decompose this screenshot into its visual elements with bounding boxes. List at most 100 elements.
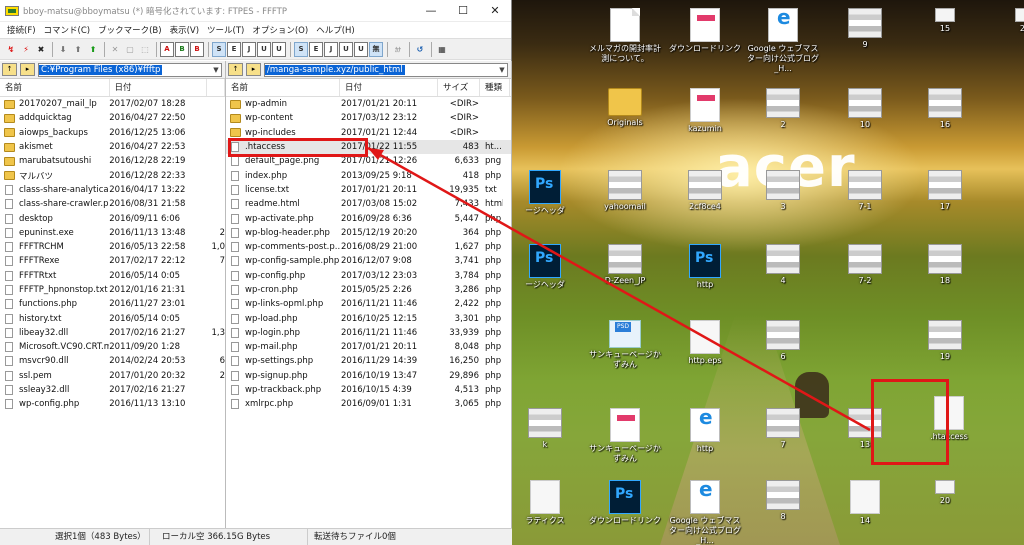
menu-view[interactable]: 表示(V) xyxy=(166,24,203,36)
local-file-row[interactable]: マルバツ 2016/12/28 22:33 xyxy=(0,168,225,182)
desktop-icon[interactable]: ダウンロードリンク xyxy=(668,8,742,54)
upload-icon[interactable]: ⬆ xyxy=(71,42,85,57)
local-file-row[interactable]: wp-config.php 2016/11/13 13:10 xyxy=(0,397,225,411)
desktop-icon[interactable]: 2 xyxy=(746,88,820,130)
local-up-folder-icon[interactable]: ↑ xyxy=(2,63,17,76)
remote-file-row[interactable]: index.php 2013/09/25 9:18 418 php xyxy=(226,168,511,182)
local-utf8-icon[interactable]: U xyxy=(339,41,353,57)
desktop-icon[interactable]: サンキューページかずみん xyxy=(588,320,662,370)
local-utf8bom-icon[interactable]: U xyxy=(354,41,368,57)
desktop-icon[interactable]: http xyxy=(668,408,742,454)
desktop-icon[interactable]: k xyxy=(508,408,582,450)
menu-help[interactable]: ヘルプ(H) xyxy=(312,24,359,36)
connect-icon[interactable]: ↯ xyxy=(4,42,18,57)
desktop-icon[interactable]: Originals xyxy=(588,88,662,128)
menu-command[interactable]: コマンド(C) xyxy=(40,24,95,36)
local-col-size[interactable] xyxy=(207,79,225,96)
remote-file-row[interactable]: wp-settings.php 2016/11/29 14:39 16,250 php xyxy=(226,354,511,368)
remote-col-date[interactable]: 日付 xyxy=(340,79,438,96)
local-file-row[interactable]: FFFTRCHM 2016/05/13 22:58 1,0 xyxy=(0,240,225,254)
local-file-row[interactable]: epuninst.exe 2016/11/13 13:48 2 xyxy=(0,226,225,240)
local-file-row[interactable]: class-share-analytical... 2016/04/17 13:2… xyxy=(0,183,225,197)
local-file-row[interactable]: akismet 2016/04/27 22:53 xyxy=(0,140,225,154)
desktop-icon[interactable]: 7 xyxy=(746,408,820,450)
remote-col-name[interactable]: 名前 xyxy=(226,79,340,96)
remote-path-input[interactable]: /manga-sample.xyz/public_html ▼ xyxy=(264,62,508,77)
desktop-icon[interactable]: http xyxy=(668,244,742,290)
remote-file-row[interactable]: wp-mail.php 2017/01/21 20:11 8,048 php xyxy=(226,340,511,354)
minimize-button[interactable]: — xyxy=(415,0,447,22)
desktop-icon[interactable]: 7-1 xyxy=(828,170,902,212)
local-file-row[interactable]: msvcr90.dll 2014/02/24 20:53 6 xyxy=(0,354,225,368)
host-sjis-icon[interactable]: S xyxy=(212,41,226,57)
host-utf8bom-icon[interactable]: U xyxy=(272,41,286,57)
local-file-row[interactable]: desktop 2016/09/11 6:06 xyxy=(0,211,225,225)
local-file-row[interactable]: ssl.pem 2017/01/20 20:32 2 xyxy=(0,369,225,383)
disconnect-icon[interactable]: ✖ xyxy=(34,42,48,57)
close-button[interactable]: ✕ xyxy=(479,0,511,22)
desktop-icon[interactable]: サンキューページかずみん xyxy=(588,408,662,464)
desktop-icon[interactable]: 16 xyxy=(908,88,982,130)
remote-file-row[interactable]: wp-activate.php 2016/09/28 6:36 5,447 php xyxy=(226,211,511,225)
refresh-icon[interactable]: ↺ xyxy=(413,42,427,57)
local-file-row[interactable]: FFFTRtxt 2016/05/14 0:05 xyxy=(0,269,225,283)
desktop-icon[interactable]: 3 xyxy=(746,170,820,212)
local-col-name[interactable]: 名前 xyxy=(0,79,110,96)
desktop-icon[interactable]: 17 xyxy=(908,170,982,212)
chevron-down-icon[interactable]: ▼ xyxy=(211,66,221,74)
remote-file-row[interactable]: wp-config-sample.php 2016/12/07 9:08 3,741… xyxy=(226,254,511,268)
binary-mode-icon[interactable]: B xyxy=(175,41,189,57)
local-file-row[interactable]: FFFTRexe 2017/02/17 22:12 7 xyxy=(0,254,225,268)
quick-connect-icon[interactable]: ⚡ xyxy=(19,42,33,57)
host-euc-icon[interactable]: E xyxy=(227,41,241,57)
desktop-icon[interactable]: 8 xyxy=(746,480,820,522)
local-file-row[interactable]: marubatsutoushi 2016/12/28 22:19 xyxy=(0,154,225,168)
local-euc-icon[interactable]: E xyxy=(309,41,323,57)
desktop-icon[interactable]: yahoomail xyxy=(588,170,662,212)
local-file-row[interactable]: ssleay32.dll 2017/02/16 21:27 xyxy=(0,383,225,397)
desktop-icon[interactable]: http.eps xyxy=(668,320,742,366)
download-icon[interactable]: ⬇ xyxy=(56,42,70,57)
local-file-row[interactable]: libeay32.dll 2017/02/16 21:27 1,3 xyxy=(0,326,225,340)
desktop-icon[interactable]: Google ウェブマスター向け公式ブログ_H... xyxy=(746,8,820,74)
desktop-icon[interactable]: 10 xyxy=(828,88,902,130)
remote-file-row[interactable]: wp-admin 2017/01/21 20:11 <DIR> xyxy=(226,97,511,111)
kana-convert-icon[interactable]: ｶﾅ xyxy=(391,42,405,57)
host-jis-icon[interactable]: J xyxy=(242,41,256,57)
remote-file-row[interactable]: wp-signup.php 2016/10/19 13:47 29,896 php xyxy=(226,369,511,383)
desktop-icon[interactable]: 4 xyxy=(746,244,820,286)
remote-file-row[interactable]: wp-cron.php 2015/05/25 2:26 3,286 php xyxy=(226,283,511,297)
remote-file-row[interactable]: wp-login.php 2016/11/21 11:46 33,939 php xyxy=(226,326,511,340)
ascii-mode-icon[interactable]: A xyxy=(160,41,174,57)
mkdir-icon[interactable]: ⬚ xyxy=(138,42,152,57)
menu-connect[interactable]: 接続(F) xyxy=(3,24,40,36)
local-file-row[interactable]: Microsoft.VC90.CRT.m...2011/09/20 1:28 xyxy=(0,340,225,354)
menu-tools[interactable]: ツール(T) xyxy=(203,24,248,36)
remote-col-size[interactable]: サイズ xyxy=(438,79,480,96)
local-file-row[interactable]: 20170207_mail_lp 2017/02/07 18:28 xyxy=(0,97,225,111)
remote-up-folder-icon[interactable]: ↑ xyxy=(228,63,243,76)
host-utf8-icon[interactable]: U xyxy=(257,41,271,57)
remote-file-row[interactable]: wp-comments-post.p... 2016/08/29 21:00 1,6… xyxy=(226,240,511,254)
desktop-icon[interactable]: 6 xyxy=(746,320,820,362)
remote-file-row[interactable]: wp-config.php 2017/03/12 23:03 3,784 php xyxy=(226,269,511,283)
local-jis-icon[interactable]: J xyxy=(324,41,338,57)
desktop-icon[interactable]: Google ウェブマスター向け公式ブログ_H... xyxy=(668,480,742,545)
desktop-icon[interactable]: 9 xyxy=(828,8,902,50)
remote-file-row[interactable]: readme.html 2017/03/08 15:02 7,433 html xyxy=(226,197,511,211)
desktop-icon[interactable]: 20 xyxy=(908,480,982,506)
no-convert-icon[interactable]: 無 xyxy=(369,41,383,57)
maximize-button[interactable]: ☐ xyxy=(447,0,479,22)
desktop-icon[interactable]: ラティクス xyxy=(508,480,582,526)
local-file-row[interactable]: FFFTP_hpnonstop.txt 2012/01/16 21:31 xyxy=(0,283,225,297)
desktop-icon[interactable]: 18 xyxy=(908,244,982,286)
remote-file-row[interactable]: xmlrpc.php 2016/09/01 1:31 3,065 php xyxy=(226,397,511,411)
desktop-icon[interactable]: 7-2 xyxy=(828,244,902,286)
local-file-row[interactable]: functions.php 2016/11/27 23:01 xyxy=(0,297,225,311)
desktop-icon[interactable]: 19 xyxy=(908,320,982,362)
desktop-icon[interactable]: kazumin xyxy=(668,88,742,134)
local-file-row[interactable]: history.txt 2016/05/14 0:05 xyxy=(0,311,225,325)
local-col-date[interactable]: 日付 xyxy=(110,79,208,96)
rename-icon[interactable]: ▢ xyxy=(123,42,137,57)
desktop-icon[interactable]: 2cf8ce4 xyxy=(668,170,742,212)
